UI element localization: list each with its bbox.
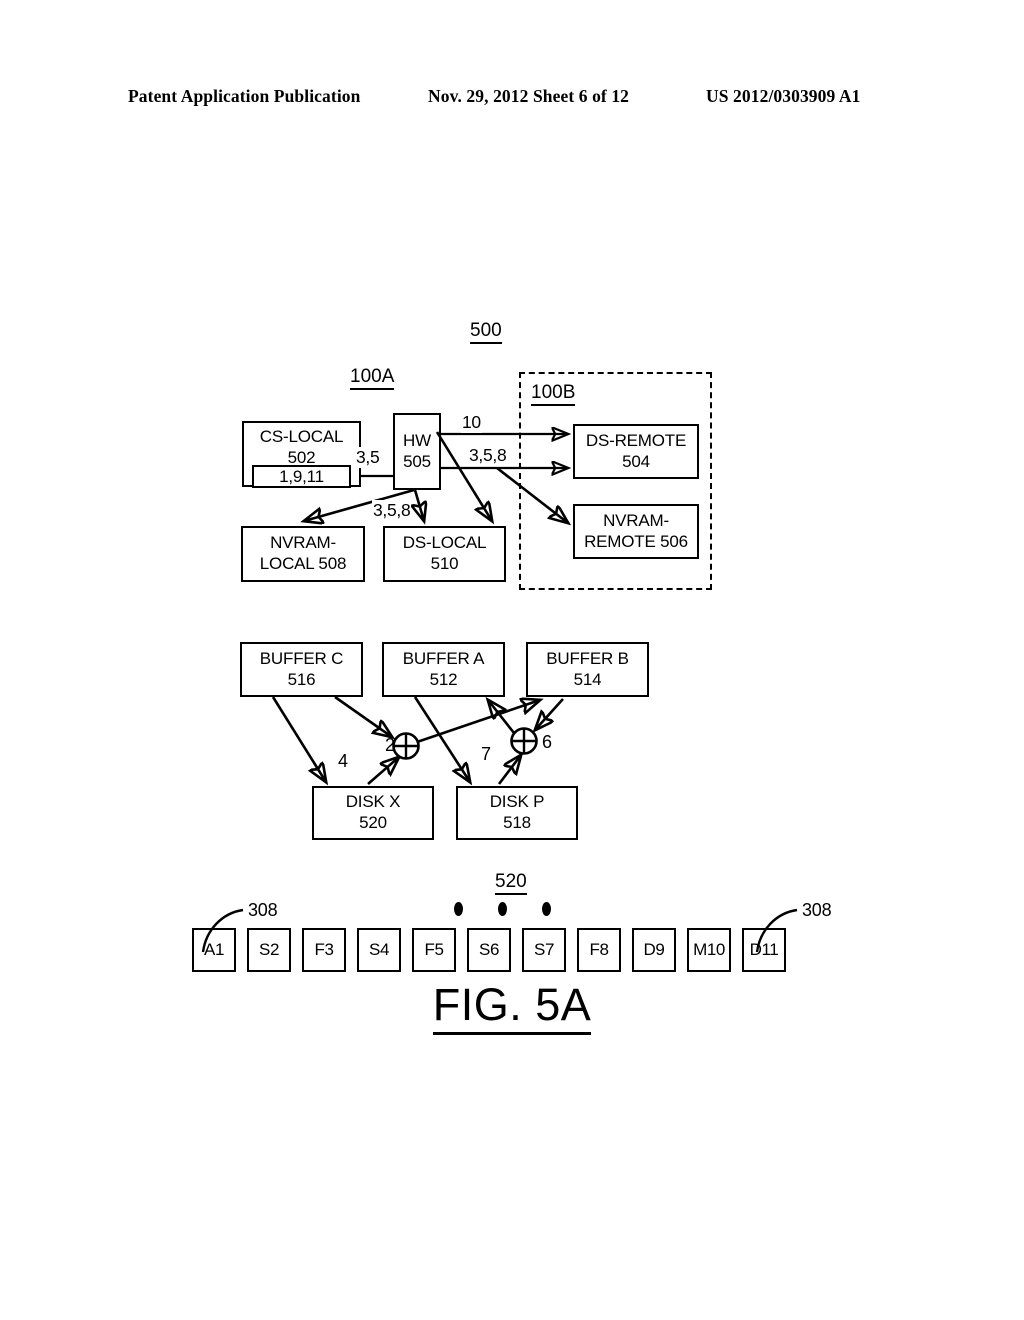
block-strip-callouts: [201, 908, 798, 953]
figure-caption: FIG. 5A: [0, 979, 1024, 1035]
callout-308-left: 308: [248, 900, 278, 920]
figure-caption-text: FIG. 5A: [432, 979, 592, 1035]
callout-308-right: 308: [802, 900, 832, 920]
